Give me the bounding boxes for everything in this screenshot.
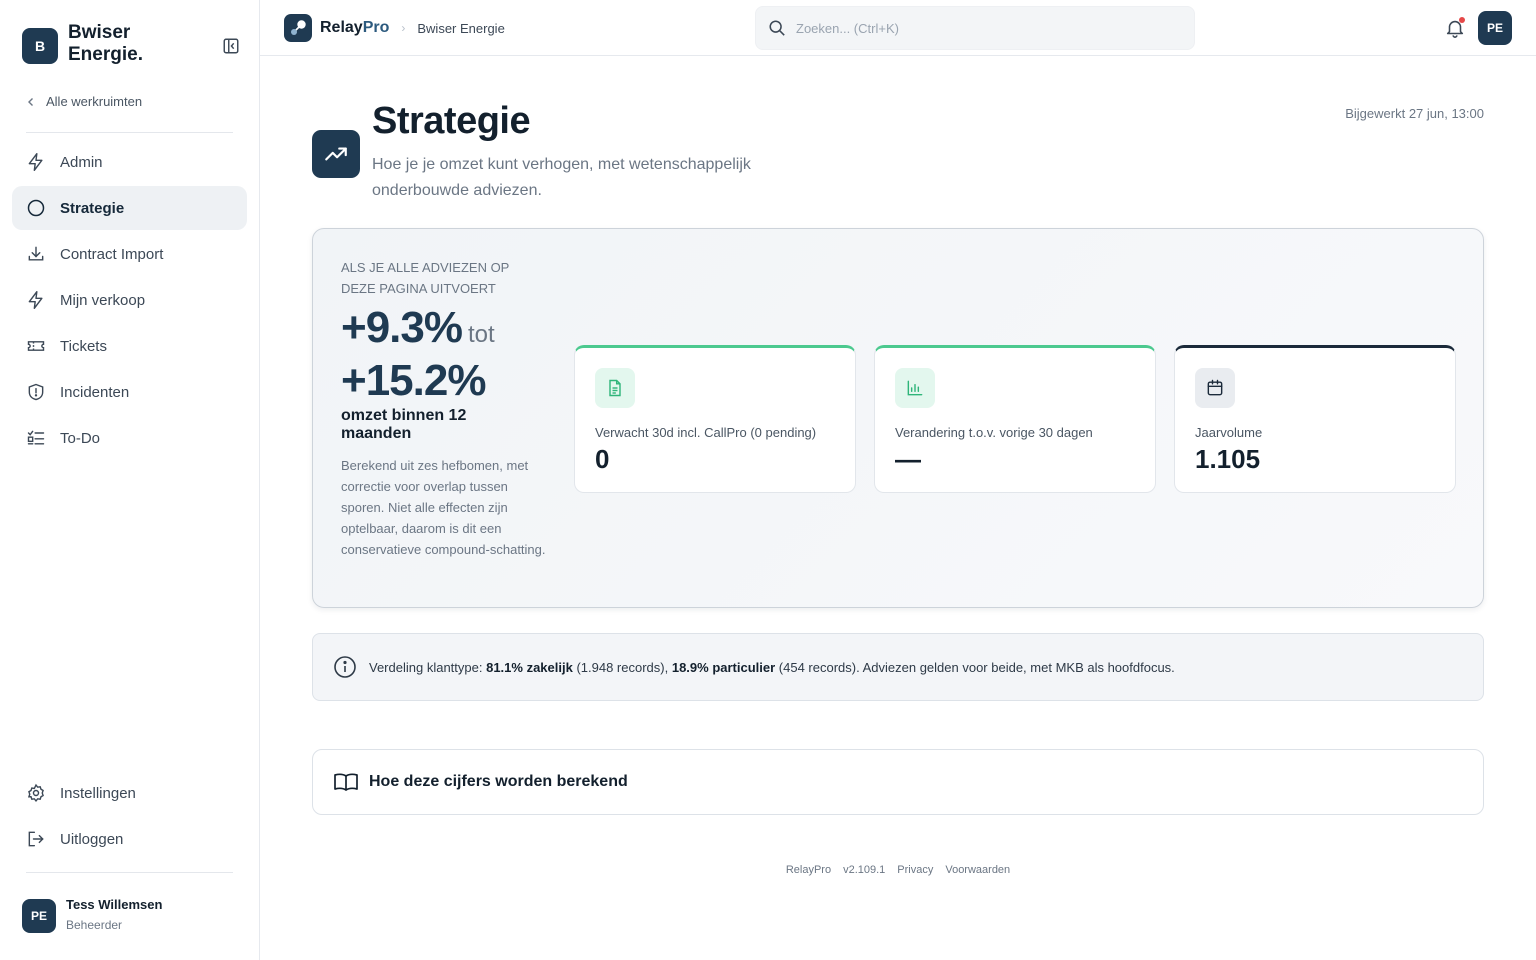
stat-value: 1.105 — [1195, 444, 1261, 474]
range-high: +15.2% — [341, 356, 486, 405]
search-box[interactable] — [755, 6, 1195, 50]
bar-chart-icon — [895, 368, 935, 408]
document-icon — [595, 368, 635, 408]
stat-card-year-volume: Jaarvolume 1.105 — [1174, 345, 1456, 493]
stat-value: 0 — [595, 444, 610, 474]
user-profile[interactable]: PE Tess Willemsen Beheerder — [22, 896, 242, 936]
notifications-button[interactable] — [1444, 17, 1466, 39]
customer-type-info: Verdeling klanttype: 81.1% zakelijk (1.9… — [312, 633, 1484, 701]
impact-summary-card: Als je alle adviezen op deze pagina uitv… — [312, 228, 1484, 608]
stat-card-change: Verandering t.o.v. vorige 30 dagen — — [874, 345, 1156, 493]
footer-brand: RelayPro — [785, 864, 832, 876]
breadcrumb[interactable]: Bwiser Energie — [417, 21, 504, 36]
search-input[interactable] — [796, 20, 1176, 36]
bolt-icon — [28, 290, 43, 310]
range-low: +9.3% — [341, 303, 463, 352]
workspace-header: B Bwiser Energie. — [22, 22, 242, 68]
info-text: Verdeling klanttype: 81.1% zakelijk (1.9… — [369, 659, 1175, 675]
all-workspaces-label: Alle werkruimten — [46, 94, 143, 109]
hero-eyebrow: Als je alle adviezen op deze pagina uitv… — [341, 260, 510, 296]
user-name: Tess Willemsen — [66, 897, 163, 912]
sidebar-item-label: Incidenten — [60, 383, 130, 401]
stat-value: — — [895, 444, 921, 474]
logout-icon — [28, 831, 44, 847]
hero-label: omzet binnen 12 maanden — [341, 407, 467, 442]
notification-dot — [1459, 17, 1465, 23]
stat-label: Verandering t.o.v. vorige 30 dagen — [895, 425, 1093, 440]
sidebar-nav: Admin Strategie Contract Import Mijn ver… — [12, 140, 247, 462]
circle-icon — [27, 199, 45, 217]
download-icon — [28, 246, 44, 261]
page-title: Strategie — [372, 100, 531, 142]
sidebar-item-label: Strategie — [60, 199, 125, 217]
sidebar-item-label: Mijn verkoop — [60, 291, 146, 309]
sidebar-collapse-icon[interactable] — [222, 37, 240, 55]
stat-card-expected: Verwacht 30d incl. CallPro (0 pending) 0 — [574, 345, 856, 493]
sidebar-item-tickets[interactable]: Tickets — [12, 324, 247, 368]
calculation-explanation-toggle[interactable]: Hoe deze cijfers worden berekend — [312, 749, 1484, 815]
topbar: RelayPro › Bwiser Energie PE — [260, 0, 1536, 56]
trending-up-icon — [312, 130, 360, 178]
sidebar-divider — [26, 872, 233, 873]
bolt-icon — [28, 152, 43, 172]
user-role: Beheerder — [66, 918, 123, 932]
footer: RelayPro v2.109.1 Privacy Voorwaarden — [312, 864, 1484, 876]
sidebar-item-incidenten[interactable]: Incidenten — [12, 370, 247, 414]
hero-range: +9.3% tot +15.2% — [341, 305, 561, 404]
brand-name: RelayPro — [320, 19, 390, 36]
sidebar-divider — [26, 132, 233, 133]
checklist-icon — [27, 430, 45, 445]
range-separator: tot — [467, 321, 495, 348]
book-icon — [334, 773, 358, 791]
terms-link[interactable]: Voorwaarden — [945, 864, 1010, 876]
avatar[interactable]: PE — [1478, 11, 1512, 45]
all-workspaces-link[interactable]: Alle werkruimten — [26, 94, 142, 109]
stat-label: Jaarvolume — [1195, 425, 1263, 440]
chevron-left-icon — [28, 97, 33, 106]
search-icon — [769, 20, 785, 36]
sidebar-item-label: Tickets — [60, 337, 107, 355]
calculation-explanation-label: Hoe deze cijfers worden berekend — [369, 773, 628, 790]
avatar: PE — [22, 899, 56, 933]
hero-note: Berekend uit zes hefbomen, met correctie… — [341, 458, 546, 557]
sidebar-item-admin[interactable]: Admin — [12, 140, 247, 184]
sidebar-item-label: Admin — [60, 153, 103, 171]
sidebar-bottom-nav: Instellingen Uitloggen — [12, 771, 247, 863]
sidebar-item-label: To-Do — [60, 429, 101, 447]
info-icon — [334, 656, 356, 678]
sidebar-item-label: Instellingen — [60, 784, 136, 802]
sidebar-item-label: Uitloggen — [60, 830, 124, 848]
workspace-name: Bwiser Energie. — [68, 22, 143, 65]
sidebar: B Bwiser Energie. Alle werkruimten Admin… — [0, 0, 260, 960]
brand[interactable]: RelayPro › Bwiser Energie — [284, 14, 505, 42]
calendar-icon — [1195, 368, 1235, 408]
shield-icon — [28, 383, 44, 401]
sidebar-item-instellingen[interactable]: Instellingen — [12, 771, 247, 815]
sidebar-item-strategie[interactable]: Strategie — [12, 186, 247, 230]
breadcrumb-separator: › — [401, 21, 406, 35]
ticket-icon — [27, 341, 45, 351]
sidebar-item-uitloggen[interactable]: Uitloggen — [12, 817, 247, 861]
relaypro-logo-icon — [284, 14, 312, 42]
sidebar-item-contract-import[interactable]: Contract Import — [12, 232, 247, 276]
workspace-badge: B — [22, 28, 58, 64]
stat-label: Verwacht 30d incl. CallPro (0 pending) — [595, 425, 817, 440]
gear-icon — [27, 783, 44, 803]
page-subtitle: Hoe je je omzet kunt verhogen, met weten… — [372, 156, 751, 199]
sidebar-item-mijn-verkoop[interactable]: Mijn verkoop — [12, 278, 247, 322]
sidebar-item-label: Contract Import — [60, 245, 164, 263]
sidebar-item-todo[interactable]: To-Do — [12, 416, 247, 460]
updated-timestamp: Bijgewerkt 27 jun, 13:00 — [1345, 106, 1484, 121]
footer-version: v2.109.1 — [843, 864, 886, 876]
privacy-link[interactable]: Privacy — [897, 864, 933, 876]
